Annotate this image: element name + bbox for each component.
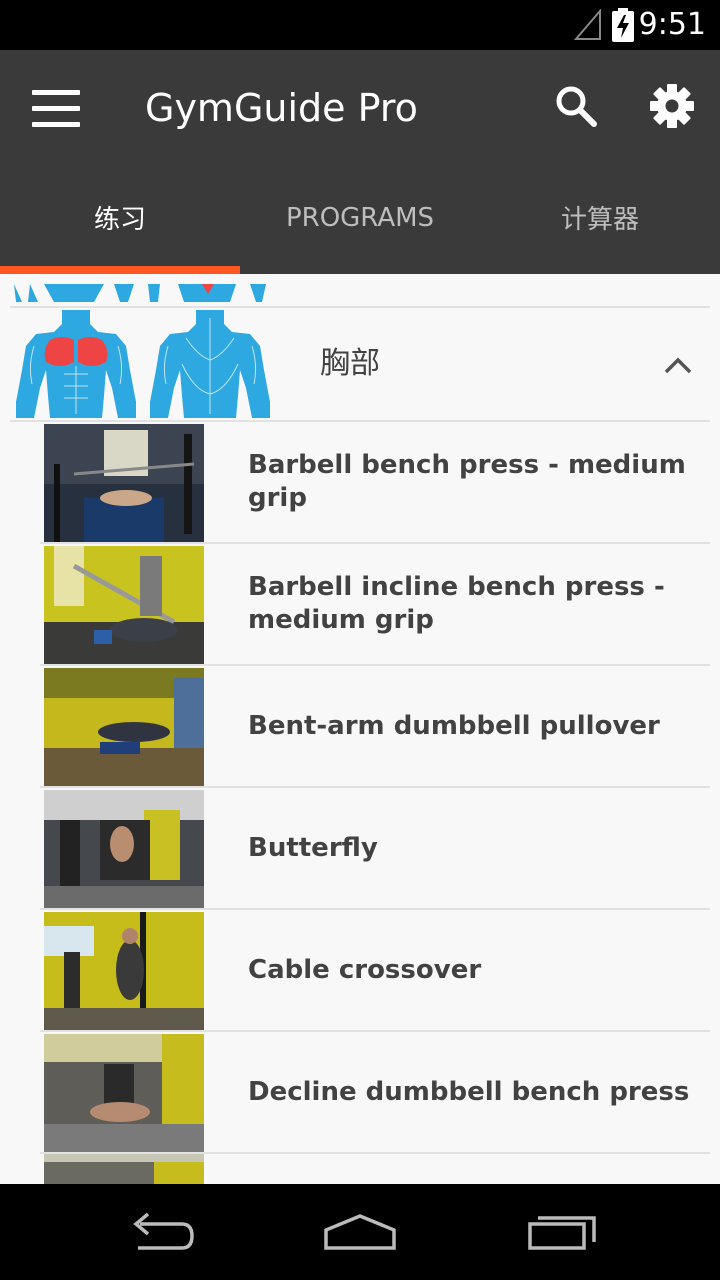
exercise-thumbnail <box>44 1154 204 1184</box>
exercise-item[interactable]: Barbell bench press - medium grip <box>40 422 710 544</box>
back-figure <box>150 310 270 418</box>
exercise-thumbnail <box>44 790 204 908</box>
status-bar: 9:51 <box>0 0 720 50</box>
divider <box>10 306 710 308</box>
exercise-name: Decline dumbbell bench press <box>248 1076 690 1107</box>
app-title: GymGuide Pro <box>145 86 418 130</box>
exercise-item[interactable]: Cable crossover <box>40 910 710 1032</box>
previous-group-muscle-figures <box>14 284 266 302</box>
battery-charging-icon <box>612 8 634 42</box>
system-nav-bar <box>0 1184 720 1280</box>
tab-bar: 练习 PROGRAMS 计算器 <box>0 165 720 274</box>
chest-front-figure <box>16 310 136 418</box>
hamburger-menu-icon[interactable] <box>22 78 90 138</box>
gear-icon[interactable] <box>646 80 698 132</box>
status-time: 9:51 <box>638 7 706 42</box>
exercise-name: Barbell incline bench press - medium gri… <box>248 572 665 635</box>
chevron-up-icon[interactable] <box>660 348 696 384</box>
exercise-thumbnail <box>44 1034 204 1152</box>
exercise-thumbnail <box>44 668 204 786</box>
exercise-item[interactable]: Butterfly <box>40 788 710 910</box>
exercise-item[interactable]: Bent-arm dumbbell pullover <box>40 666 710 788</box>
back-icon[interactable] <box>122 1202 222 1262</box>
exercise-list[interactable]: 胸部 Barbell bench press - medium grip Bar… <box>0 274 720 1184</box>
recent-apps-icon[interactable] <box>512 1202 612 1262</box>
exercise-thumbnail <box>44 424 204 542</box>
search-icon[interactable] <box>550 80 602 132</box>
exercise-name: Barbell bench press - medium grip <box>248 450 686 513</box>
exercise-name: Butterfly <box>248 832 378 863</box>
tab-programs[interactable]: PROGRAMS <box>240 165 480 274</box>
exercise-item[interactable]: Barbell incline bench press - medium gri… <box>40 544 710 666</box>
signal-icon <box>574 9 601 40</box>
exercise-name: Bent-arm dumbbell pullover <box>248 710 660 741</box>
muscle-group-title: 胸部 <box>320 346 380 381</box>
exercise-item[interactable]: Decline dumbbell bench press <box>40 1032 710 1154</box>
exercise-thumbnail <box>44 912 204 1030</box>
app-toolbar: GymGuide Pro <box>0 50 720 165</box>
tab-calculator[interactable]: 计算器 <box>480 165 720 274</box>
home-icon[interactable] <box>310 1202 410 1262</box>
muscle-group-header[interactable]: 胸部 <box>10 310 710 420</box>
exercise-thumbnail <box>44 546 204 664</box>
tab-exercises[interactable]: 练习 <box>0 165 240 274</box>
tab-indicator <box>0 266 240 274</box>
exercise-name: Cable crossover <box>248 954 482 985</box>
